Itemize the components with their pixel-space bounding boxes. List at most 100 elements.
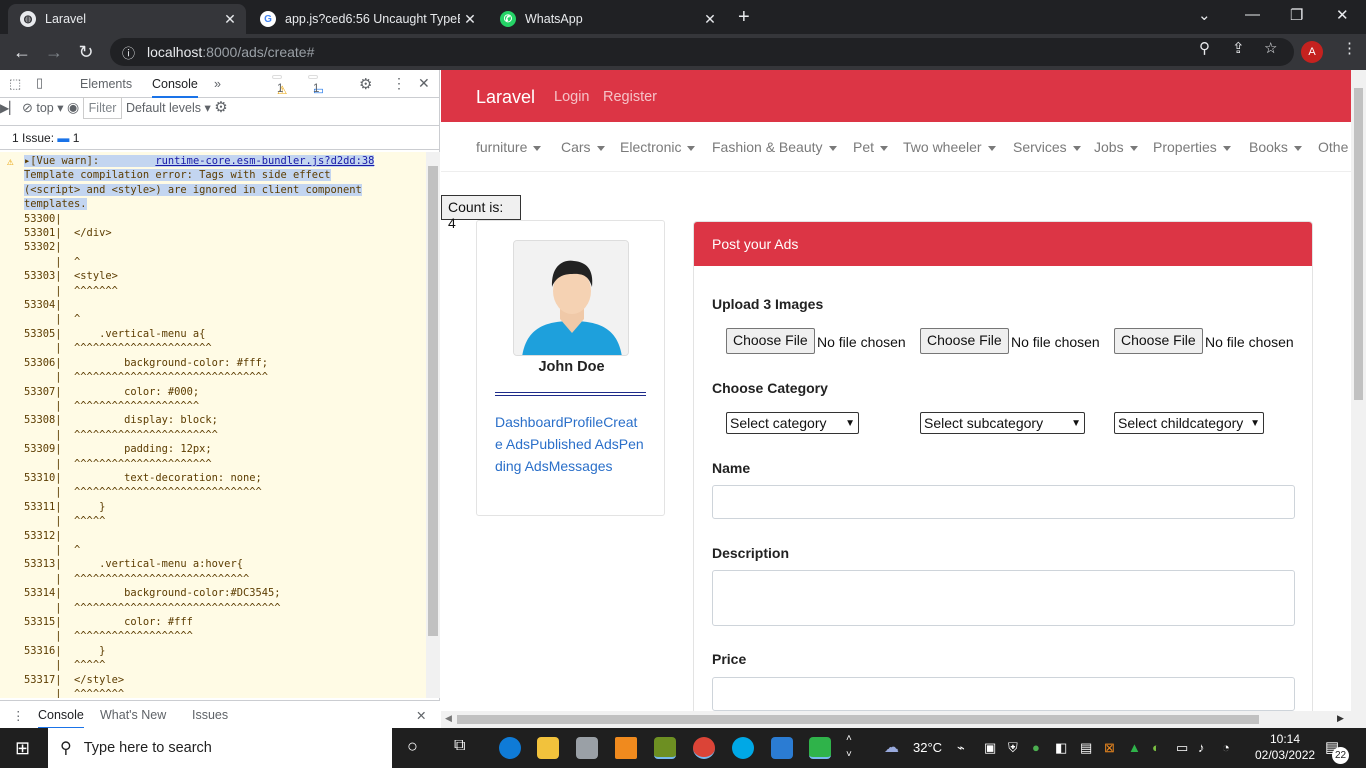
category-services[interactable]: Services — [1013, 139, 1081, 155]
app-green-triangle-icon[interactable] — [809, 737, 831, 759]
console-scroll-thumb[interactable] — [428, 166, 438, 636]
tray-green-icon[interactable]: ▲ — [1128, 740, 1141, 755]
tray-icon-2[interactable]: ▣ — [984, 740, 996, 756]
cortana-icon[interactable]: ○ — [407, 736, 418, 757]
scroll-right-icon[interactable]: ▶ — [1337, 713, 1344, 724]
category-others[interactable]: Othe — [1318, 139, 1348, 155]
temperature[interactable]: 32°C — [913, 740, 942, 755]
close-devtools-icon[interactable]: ✕ — [418, 75, 430, 92]
profile-link[interactable]: Profile — [564, 414, 604, 430]
context-selector[interactable]: top ▾ — [36, 101, 63, 115]
category-two-wheeler[interactable]: Two wheeler — [903, 139, 996, 155]
console-settings-icon[interactable]: ⚙ — [214, 99, 227, 116]
childcategory-select[interactable]: Select childcategory ▼ — [1114, 412, 1264, 434]
devtools-menu-icon[interactable]: ⋮ — [392, 75, 406, 92]
address-bar[interactable]: ⓘ localhost:8000/ads/create# — [110, 38, 1294, 66]
more-tabs-icon[interactable]: » — [214, 77, 221, 91]
published-ads-link[interactable]: Published Ads — [530, 436, 619, 452]
minimize-icon[interactable]: — — [1245, 6, 1260, 23]
close-tab-icon[interactable]: ✕ — [700, 11, 720, 28]
issues-link[interactable]: 1 Issue: ▬ 1 — [12, 131, 79, 145]
bookmark-star-icon[interactable]: ☆ — [1264, 39, 1277, 57]
tab-whatsapp[interactable]: ✆ WhatsApp ✕ — [488, 4, 726, 34]
tab-console[interactable]: Console — [152, 77, 198, 98]
drawer-tab-issues[interactable]: Issues — [192, 708, 228, 722]
close-tab-icon[interactable]: ✕ — [460, 11, 480, 28]
tray-torrent-icon[interactable]: ◐ — [1152, 740, 1160, 755]
clear-console-icon[interactable]: ⊘ — [22, 100, 33, 115]
drawer-tab-whats-new[interactable]: What's New — [100, 708, 166, 722]
category-cars[interactable]: Cars — [561, 139, 605, 155]
battery-icon[interactable]: ▭ — [1176, 740, 1188, 756]
price-input[interactable] — [712, 677, 1295, 711]
settings-gear-icon[interactable]: ⚙ — [359, 75, 372, 93]
page-vertical-scrollbar[interactable] — [1351, 70, 1366, 728]
scroll-left-icon[interactable]: ◀ — [445, 713, 452, 724]
category-properties[interactable]: Properties — [1153, 139, 1231, 155]
console-scrollbar[interactable] — [426, 152, 440, 698]
tab-elements[interactable]: Elements — [80, 77, 132, 91]
close-tab-icon[interactable]: ✕ — [220, 11, 240, 28]
messages-counter[interactable]: ▭ 1 — [308, 75, 324, 97]
site-brand[interactable]: Laravel — [476, 87, 535, 108]
page-horizontal-scrollbar[interactable]: ◀ ▶ — [441, 711, 1351, 728]
choose-file-button-1[interactable]: Choose File — [726, 328, 815, 354]
messages-link[interactable]: Messages — [549, 458, 613, 474]
system-clock[interactable]: 10:14 02/03/2022 — [1255, 731, 1315, 763]
drawer-menu-icon[interactable]: ⋮ — [12, 708, 25, 723]
sidebar-toggle-icon[interactable]: ▶▏ — [0, 101, 18, 115]
description-textarea[interactable] — [712, 570, 1295, 626]
tray-check-icon[interactable]: ● — [1032, 740, 1040, 755]
new-tab-button[interactable]: + — [738, 6, 750, 29]
category-electronic[interactable]: Electronic — [620, 139, 696, 155]
file-explorer-icon[interactable] — [537, 737, 559, 759]
drawer-tab-console[interactable]: Console — [38, 708, 84, 729]
skype-icon[interactable] — [732, 737, 754, 759]
menu-kebab-icon[interactable]: ⋮ — [1342, 39, 1357, 57]
close-window-icon[interactable]: ✕ — [1336, 6, 1349, 24]
edge-icon[interactable] — [499, 737, 521, 759]
tray-shield-icon[interactable]: ⛨ — [1008, 740, 1018, 756]
choose-file-button-3[interactable]: Choose File — [1114, 328, 1203, 354]
count-button[interactable]: Count is: 4 — [441, 195, 521, 231]
page-scroll-thumb[interactable] — [1354, 88, 1363, 400]
zoom-icon[interactable]: ⚲ — [1199, 39, 1210, 57]
source-link[interactable]: runtime-core.esm-bundler.js?d2dd:38 — [155, 155, 375, 167]
device-toolbar-icon[interactable]: ▯ — [36, 75, 43, 91]
page-hscroll-thumb[interactable] — [457, 715, 1259, 724]
dashboard-link[interactable]: Dashboard — [495, 414, 564, 430]
share-icon[interactable]: ⇪ — [1232, 39, 1245, 57]
taskbar-search[interactable]: ⚲ Type here to search — [48, 728, 392, 768]
back-icon[interactable]: ← — [10, 40, 34, 64]
login-link[interactable]: Login — [554, 89, 589, 105]
category-jobs[interactable]: Jobs — [1094, 139, 1138, 155]
vscode-icon[interactable] — [771, 737, 793, 759]
show-hidden-icons[interactable]: ˄ ˅ — [846, 731, 852, 763]
windows-start-icon[interactable]: ⊞ — [15, 738, 30, 759]
tray-icon-4[interactable]: ▤ — [1080, 740, 1092, 756]
task-view-icon[interactable]: ⧉ — [454, 737, 465, 755]
category-select[interactable]: Select category ▼ — [726, 412, 859, 434]
profile-avatar[interactable]: A — [1301, 41, 1323, 63]
tab-search-icon[interactable]: ⌄ — [1198, 6, 1211, 24]
tray-xampp-icon[interactable]: ⊠ — [1104, 740, 1115, 756]
inspect-element-icon[interactable]: ⬚ — [9, 76, 21, 92]
maximize-icon[interactable]: ❐ — [1290, 6, 1303, 24]
mail-icon[interactable] — [576, 737, 598, 759]
category-books[interactable]: Books — [1249, 139, 1302, 155]
warnings-counter[interactable]: ⚠ 1 — [272, 75, 287, 97]
close-drawer-icon[interactable]: ✕ — [416, 708, 426, 723]
name-input[interactable] — [712, 485, 1295, 519]
category-furniture[interactable]: furniture — [476, 139, 542, 155]
console-filter-input[interactable]: Filter — [82, 97, 123, 119]
category-fashion-beauty[interactable]: Fashion & Beauty — [712, 139, 837, 155]
tray-icon-3[interactable]: ◧ — [1055, 740, 1067, 756]
live-expression-eye-icon[interactable]: ◉ — [67, 99, 79, 115]
register-link[interactable]: Register — [603, 89, 657, 105]
chrome-icon[interactable] — [693, 737, 715, 759]
app-lambda-icon[interactable] — [654, 737, 676, 759]
forward-icon[interactable]: → — [42, 40, 66, 64]
log-levels-dropdown[interactable]: Default levels ▾ — [126, 101, 211, 115]
tab-laravel[interactable]: ◍ Laravel ✕ — [8, 4, 246, 34]
volume-icon[interactable]: ♪ — [1198, 740, 1205, 755]
